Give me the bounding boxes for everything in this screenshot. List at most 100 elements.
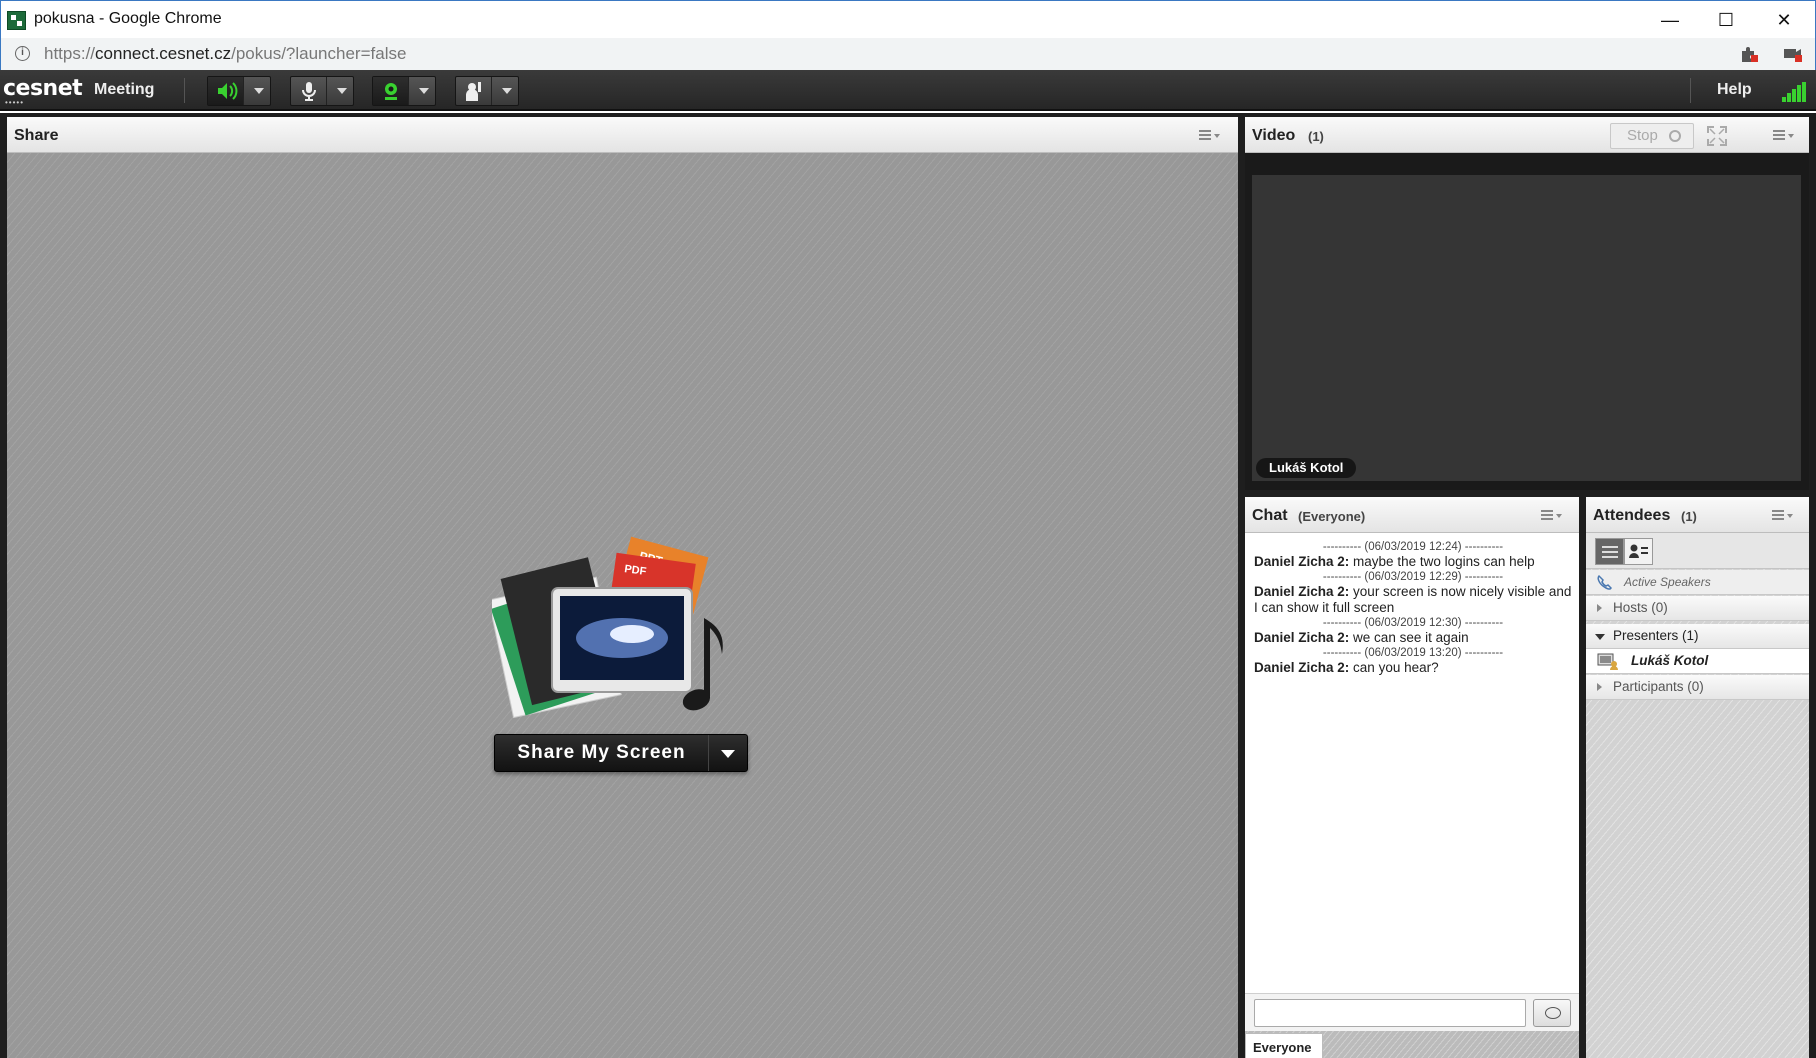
- chat-message: Daniel Zicha 2: we can see it again: [1254, 630, 1572, 646]
- video-participant-name: Lukáš Kotol: [1256, 458, 1357, 478]
- maximize-button[interactable]: ☐: [1698, 1, 1754, 39]
- chat-timestamp: ---------- (06/03/2019 13:20) ----------: [1322, 647, 1504, 659]
- attendees-view-toolbar: [1586, 533, 1809, 569]
- attendees-pod: Attendees (1) Active Speakers Hosts (0) …: [1586, 497, 1809, 1058]
- browser-titlebar: pokusna - Google Chrome — ☐ ✕: [0, 0, 1816, 38]
- video-pod-header: Video (1) Stop: [1245, 117, 1809, 153]
- chat-sender: Daniel Zicha 2:: [1254, 584, 1350, 599]
- microphone-icon: [302, 82, 316, 101]
- camera-control[interactable]: [372, 76, 436, 106]
- speaker-control[interactable]: [207, 76, 271, 106]
- share-my-screen-label[interactable]: Share My Screen: [495, 735, 709, 771]
- speaker-icon: [218, 82, 238, 100]
- share-pod-title: Share: [14, 127, 59, 144]
- webcam-small-icon: [1669, 130, 1681, 142]
- fullscreen-icon[interactable]: [1707, 126, 1727, 146]
- video-pod: Video (1) Stop Lukáš Kotol: [1245, 117, 1809, 490]
- chat-text: can you hear?: [1353, 660, 1439, 675]
- attendee-row[interactable]: Lukáš Kotol: [1586, 649, 1809, 674]
- chat-timestamp: ---------- (06/03/2019 12:24) ----------: [1322, 541, 1504, 553]
- chat-sender: Daniel Zicha 2:: [1254, 554, 1350, 569]
- raise-hand-icon: [466, 82, 481, 101]
- chat-timestamp: ---------- (06/03/2019 12:30) ----------: [1322, 617, 1504, 629]
- presenter-icon: [1597, 653, 1618, 670]
- address-bar[interactable]: i https://connect.cesnet.cz/pokus/?launc…: [0, 38, 1816, 70]
- camera-button[interactable]: [373, 77, 409, 105]
- active-speakers-row: Active Speakers: [1586, 570, 1809, 595]
- site-info-icon[interactable]: i: [15, 46, 30, 61]
- presenter-name: Lukáš Kotol: [1631, 653, 1709, 668]
- camera-dropdown-icon[interactable]: [419, 88, 429, 94]
- status-control[interactable]: [455, 76, 519, 106]
- toolbar-divider: [1690, 78, 1691, 103]
- attendees-pod-menu-icon[interactable]: [1772, 510, 1794, 522]
- chat-input[interactable]: [1254, 999, 1526, 1027]
- chat-timestamp: ---------- (06/03/2019 12:29) ----------: [1322, 571, 1504, 583]
- chat-pod-title: Chat: [1252, 507, 1288, 524]
- participants-label: Participants (0): [1613, 679, 1704, 694]
- camera-blocked-icon[interactable]: [1783, 45, 1803, 63]
- chat-sender: Daniel Zicha 2:: [1254, 630, 1350, 645]
- chat-pod-header: Chat (Everyone): [1245, 497, 1579, 533]
- chat-pod: Chat (Everyone) ---------- (06/03/2019 1…: [1245, 497, 1579, 1058]
- chat-pod-menu-icon[interactable]: [1541, 510, 1563, 522]
- url-text[interactable]: https://connect.cesnet.cz/pokus/?launche…: [44, 44, 406, 64]
- raise-hand-button[interactable]: [456, 77, 492, 105]
- meeting-workspace: Share PPT PDF Share My Screen: [0, 113, 1816, 1058]
- url-path: /pokus/?launcher=false: [231, 44, 407, 63]
- chat-tab-everyone[interactable]: Everyone: [1245, 1033, 1323, 1058]
- meeting-menu[interactable]: Meeting: [94, 81, 154, 99]
- video-pod-title: Video: [1252, 127, 1296, 144]
- extension-puzzle-icon[interactable]: [1739, 45, 1759, 63]
- expand-participants-icon[interactable]: [1597, 683, 1602, 691]
- role-view-icon[interactable]: [1624, 538, 1653, 565]
- chat-message: Daniel Zicha 2: your screen is now nicel…: [1254, 584, 1572, 616]
- share-pod-header: Share: [7, 117, 1238, 153]
- stop-video-button[interactable]: Stop: [1610, 123, 1694, 149]
- url-scheme: https://: [44, 44, 96, 63]
- share-options-dropdown-icon[interactable]: [721, 750, 735, 758]
- send-message-icon[interactable]: [1533, 999, 1571, 1027]
- video-pod-menu-icon[interactable]: [1773, 130, 1795, 142]
- chat-message-list: ---------- (06/03/2019 12:24) ----------…: [1254, 541, 1572, 677]
- participants-group[interactable]: Participants (0): [1586, 675, 1809, 700]
- video-pod-count: (1): [1308, 129, 1324, 144]
- help-menu[interactable]: Help: [1717, 81, 1752, 99]
- chat-sender: Daniel Zicha 2:: [1254, 660, 1350, 675]
- hosts-group[interactable]: Hosts (0): [1586, 596, 1809, 621]
- share-my-screen-button[interactable]: Share My Screen: [494, 734, 748, 772]
- presenters-label: Presenters (1): [1613, 628, 1699, 643]
- chat-text: maybe the two logins can help: [1353, 554, 1535, 569]
- minimize-button[interactable]: —: [1642, 1, 1698, 39]
- status-dropdown-icon[interactable]: [502, 88, 512, 94]
- speaker-dropdown-icon[interactable]: [254, 88, 264, 94]
- microphone-control[interactable]: [290, 76, 354, 106]
- close-button[interactable]: ✕: [1756, 1, 1812, 39]
- video-feed: Lukáš Kotol: [1252, 175, 1801, 481]
- presenters-group[interactable]: Presenters (1): [1586, 624, 1809, 649]
- phone-icon: [1597, 574, 1612, 590]
- expand-hosts-icon[interactable]: [1597, 604, 1602, 612]
- active-speakers-label: Active Speakers: [1624, 575, 1711, 589]
- speaker-button[interactable]: [208, 77, 244, 105]
- share-content-illustration-icon: PPT PDF: [492, 536, 723, 719]
- share-pod: Share PPT PDF Share My Screen: [7, 117, 1238, 1058]
- chat-audience: (Everyone): [1298, 509, 1366, 524]
- microphone-button[interactable]: [291, 77, 327, 105]
- chat-compose-bar: [1245, 993, 1579, 1031]
- hosts-label: Hosts (0): [1613, 600, 1668, 615]
- chat-text: we can see it again: [1353, 630, 1469, 645]
- stop-label: Stop: [1627, 127, 1658, 144]
- microphone-dropdown-icon[interactable]: [337, 88, 347, 94]
- collapse-presenters-icon[interactable]: [1595, 634, 1605, 640]
- cesnet-logo-dots: •••••: [5, 98, 25, 107]
- url-host: connect.cesnet.cz: [95, 44, 232, 63]
- connection-signal-icon: [1782, 82, 1806, 102]
- share-stage: PPT PDF Share My Screen: [7, 153, 1238, 1058]
- attendees-count: (1): [1681, 509, 1697, 524]
- chat-message: Daniel Zicha 2: can you hear?: [1254, 660, 1572, 676]
- window-title: pokusna - Google Chrome: [34, 10, 222, 27]
- list-view-icon[interactable]: [1595, 538, 1624, 565]
- share-pod-menu-icon[interactable]: [1199, 130, 1221, 142]
- chat-tab-strip: Everyone: [1245, 1031, 1579, 1058]
